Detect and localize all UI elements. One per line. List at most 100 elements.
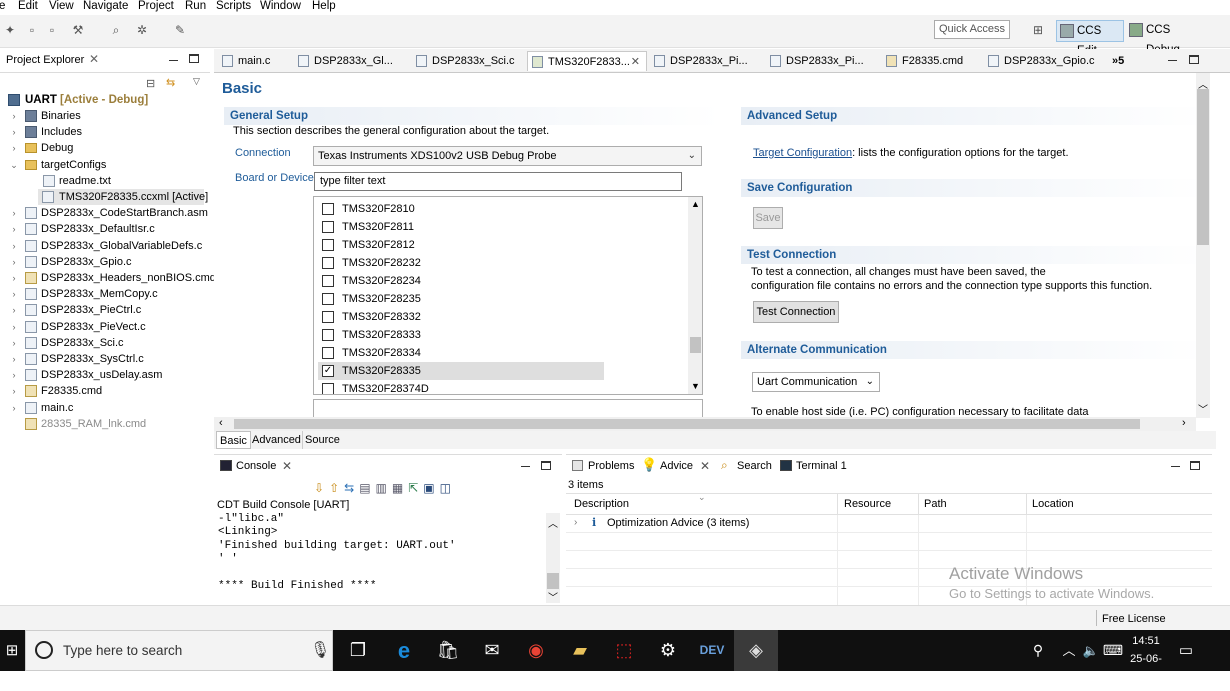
new-icon[interactable]: ✦	[2, 22, 18, 38]
connection-dropdown[interactable]: Texas Instruments XDS100v2 USB Debug Pro…	[313, 146, 702, 166]
device-checkbox[interactable]	[322, 275, 334, 287]
wand-icon[interactable]: ✎	[172, 22, 188, 38]
scroll-right-icon[interactable]: ›	[1182, 417, 1186, 429]
tab-advice[interactable]: Advice	[660, 460, 693, 472]
tree-item-file[interactable]: › DSP2833x_DefaultIsr.c	[0, 221, 208, 237]
pin-console-icon[interactable]: ⇱	[408, 481, 423, 495]
device-checkbox[interactable]	[322, 293, 334, 305]
device-checkbox[interactable]	[322, 329, 334, 341]
tree-item-file[interactable]: › main.c	[0, 400, 208, 416]
device-checkbox[interactable]	[322, 221, 334, 233]
maximize-icon[interactable]	[1189, 55, 1199, 64]
quick-access-input[interactable]: Quick Access	[934, 20, 1010, 39]
tab-basic[interactable]: Basic	[216, 431, 251, 449]
device-checkbox[interactable]	[322, 311, 334, 323]
console-title[interactable]: Console	[236, 460, 276, 472]
microphone-icon[interactable]: 🎙	[310, 640, 330, 660]
maximize-icon[interactable]	[1190, 461, 1200, 470]
save-all-icon[interactable]: ▫	[44, 22, 60, 38]
keyboard-icon[interactable]: ⌨	[1102, 630, 1124, 671]
tree-item-targetconfigs[interactable]: ⌄ targetConfigs	[0, 157, 208, 173]
tab-main-c[interactable]: main.c	[218, 51, 298, 71]
store-icon[interactable]: 🛍	[426, 630, 470, 671]
tree-item-file[interactable]: › DSP2833x_PieCtrl.c	[0, 302, 208, 318]
tree-item-debug[interactable]: › Debug	[0, 140, 208, 156]
tree-item-file[interactable]: › DSP2833x_MemCopy.c	[0, 286, 208, 302]
perspective-ccs-edit[interactable]: CCS Edit	[1056, 20, 1124, 57]
chevron-right-icon[interactable]: ›	[9, 383, 19, 399]
new-console-icon[interactable]: ◫	[440, 481, 456, 495]
uart-communication-dropdown[interactable]: Uart Communication ⌄	[752, 372, 880, 392]
chrome-icon[interactable]: ◉	[514, 630, 558, 671]
file-explorer-icon[interactable]: ▰	[558, 630, 602, 671]
device-list-item[interactable]: TMS320F28333	[318, 326, 604, 344]
tree-item-file[interactable]: › DSP2833x_CodeStartBranch.asm	[0, 205, 208, 221]
minimize-icon[interactable]	[169, 60, 178, 61]
chevron-down-icon[interactable]: ⌄	[9, 157, 19, 173]
column-location[interactable]: Location	[1032, 498, 1074, 510]
tree-item-includes[interactable]: › Includes	[0, 124, 208, 140]
scroll-up-icon[interactable]: ︿	[548, 515, 558, 530]
menu-window[interactable]: Window	[260, 0, 301, 12]
editor-horizontal-scrollbar[interactable]: ‹ ›	[214, 417, 1196, 431]
link-editor-icon[interactable]: ⇆	[166, 76, 175, 89]
close-tab-icon[interactable]: ✕	[631, 52, 640, 72]
view-menu-icon[interactable]: ▽	[193, 76, 200, 87]
device-list-item[interactable]: TMS320F28332	[318, 308, 604, 326]
tree-item-file[interactable]: › DSP2833x_GlobalVariableDefs.c	[0, 238, 208, 254]
minimize-icon[interactable]	[521, 466, 530, 467]
tree-item-file[interactable]: › DSP2833x_Gpio.c	[0, 254, 208, 270]
chevron-right-icon[interactable]: ›	[9, 302, 19, 318]
save-icon[interactable]: ▫	[24, 22, 40, 38]
device-checkbox[interactable]	[322, 257, 334, 269]
tree-item-file[interactable]: › DSP2833x_Headers_nonBIOS.cmd	[0, 270, 216, 286]
mail-icon[interactable]: ✉	[470, 630, 514, 671]
chevron-right-icon[interactable]: ›	[9, 238, 19, 254]
column-resource[interactable]: Resource	[844, 498, 891, 510]
editor-vertical-scrollbar[interactable]: ︿ ﹀	[1196, 73, 1210, 418]
tab-dsp2833x-gl[interactable]: DSP2833x_Gl...	[294, 51, 412, 71]
minimize-icon[interactable]	[1168, 60, 1177, 61]
scroll-thumb[interactable]	[1197, 89, 1209, 245]
tab-f28335-cmd[interactable]: F28335.cmd	[882, 51, 982, 71]
scroll-down-icon[interactable]: ﹀	[1198, 401, 1208, 416]
device-checkbox[interactable]: ✓	[322, 365, 334, 377]
device-list-item[interactable]: TMS320F2810	[318, 200, 604, 218]
windows-start-icon[interactable]: ⊞	[0, 630, 24, 671]
device-list-item[interactable]: TMS320F2811	[318, 218, 604, 236]
menu-navigate[interactable]: Navigate	[83, 0, 128, 12]
chevron-right-icon[interactable]: ›	[9, 124, 19, 140]
close-icon[interactable]: ✕	[89, 52, 99, 66]
taskbar-search-box[interactable]: Type here to search 🎙	[25, 630, 333, 671]
edge-icon[interactable]: e	[382, 630, 426, 671]
dev-app-icon[interactable]: DEV	[690, 630, 734, 671]
ccs-app-icon[interactable]: ◈	[734, 630, 778, 671]
tray-chevron-icon[interactable]: ︿	[1058, 630, 1080, 671]
menu-scripts[interactable]: Scripts	[216, 0, 251, 12]
tree-item-ccxml[interactable]: TMS320F28335.ccxml [Active]	[38, 189, 208, 205]
close-icon[interactable]: ✕	[700, 459, 710, 473]
device-list-item[interactable]: TMS320F2812	[318, 236, 604, 254]
expand-arrow-icon[interactable]: ›	[574, 517, 577, 528]
scroll-thumb[interactable]	[690, 337, 701, 353]
chevron-right-icon[interactable]: ›	[9, 254, 19, 270]
tree-item-binaries[interactable]: › Binaries	[0, 108, 208, 124]
acrobat-icon[interactable]: ⬚	[602, 630, 646, 671]
scroll-thumb[interactable]	[547, 573, 559, 589]
scroll-down-icon[interactable]: ﹀	[548, 589, 558, 604]
settings-gear-icon[interactable]: ⚙	[646, 630, 690, 671]
tree-item-file[interactable]: › DSP2833x_Sci.c	[0, 335, 208, 351]
chevron-right-icon[interactable]: ›	[9, 205, 19, 221]
tree-item-file[interactable]: 28335_RAM_lnk.cmd	[0, 416, 208, 432]
close-icon[interactable]: ✕	[282, 459, 292, 473]
column-path[interactable]: Path	[924, 498, 947, 510]
menu-edit[interactable]: Edit	[18, 0, 38, 12]
search-icon[interactable]: ⌕	[108, 22, 124, 38]
clear-console-icon[interactable]: ▤	[359, 481, 375, 495]
device-checkbox[interactable]	[322, 203, 334, 215]
device-list-scrollbar[interactable]: ▲ ▼	[688, 197, 702, 394]
device-list-item[interactable]: TMS320F28232	[318, 254, 604, 272]
more-tabs-button[interactable]: »5	[1094, 51, 1128, 71]
maximize-icon[interactable]	[189, 54, 199, 63]
scroll-thumb[interactable]	[234, 419, 1140, 429]
